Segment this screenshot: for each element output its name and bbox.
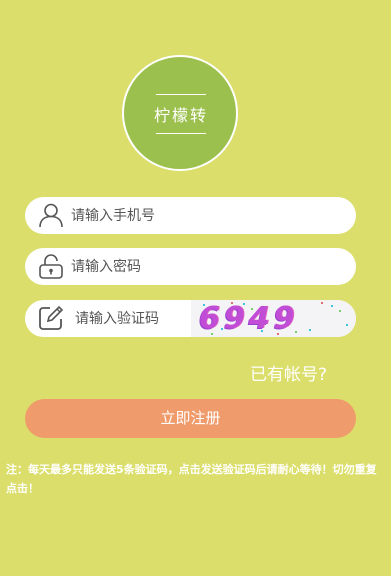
app-logo: 柠檬转 [122, 55, 238, 171]
have-account-link[interactable]: 已有帐号? [250, 360, 327, 385]
register-button[interactable]: 立即注册 [25, 399, 356, 438]
lock-icon [38, 253, 64, 279]
phone-field[interactable] [25, 197, 356, 234]
captcha-image[interactable]: 6949 [191, 300, 356, 337]
verification-code-field[interactable]: 6949 [25, 300, 356, 337]
logo-frame: 柠檬转 [154, 94, 209, 134]
phone-input[interactable] [71, 197, 311, 234]
edit-icon [38, 305, 64, 331]
password-field[interactable] [25, 248, 356, 285]
password-input[interactable] [71, 248, 311, 285]
notice-text: 注：每天最多只能发送5条验证码，点击发送验证码后请耐心等待！切勿重复点击！ [6, 463, 377, 495]
verification-code-input[interactable] [75, 300, 190, 337]
logo-text: 柠檬转 [154, 106, 209, 125]
user-icon [38, 202, 64, 228]
captcha-code: 6949 [199, 301, 299, 336]
